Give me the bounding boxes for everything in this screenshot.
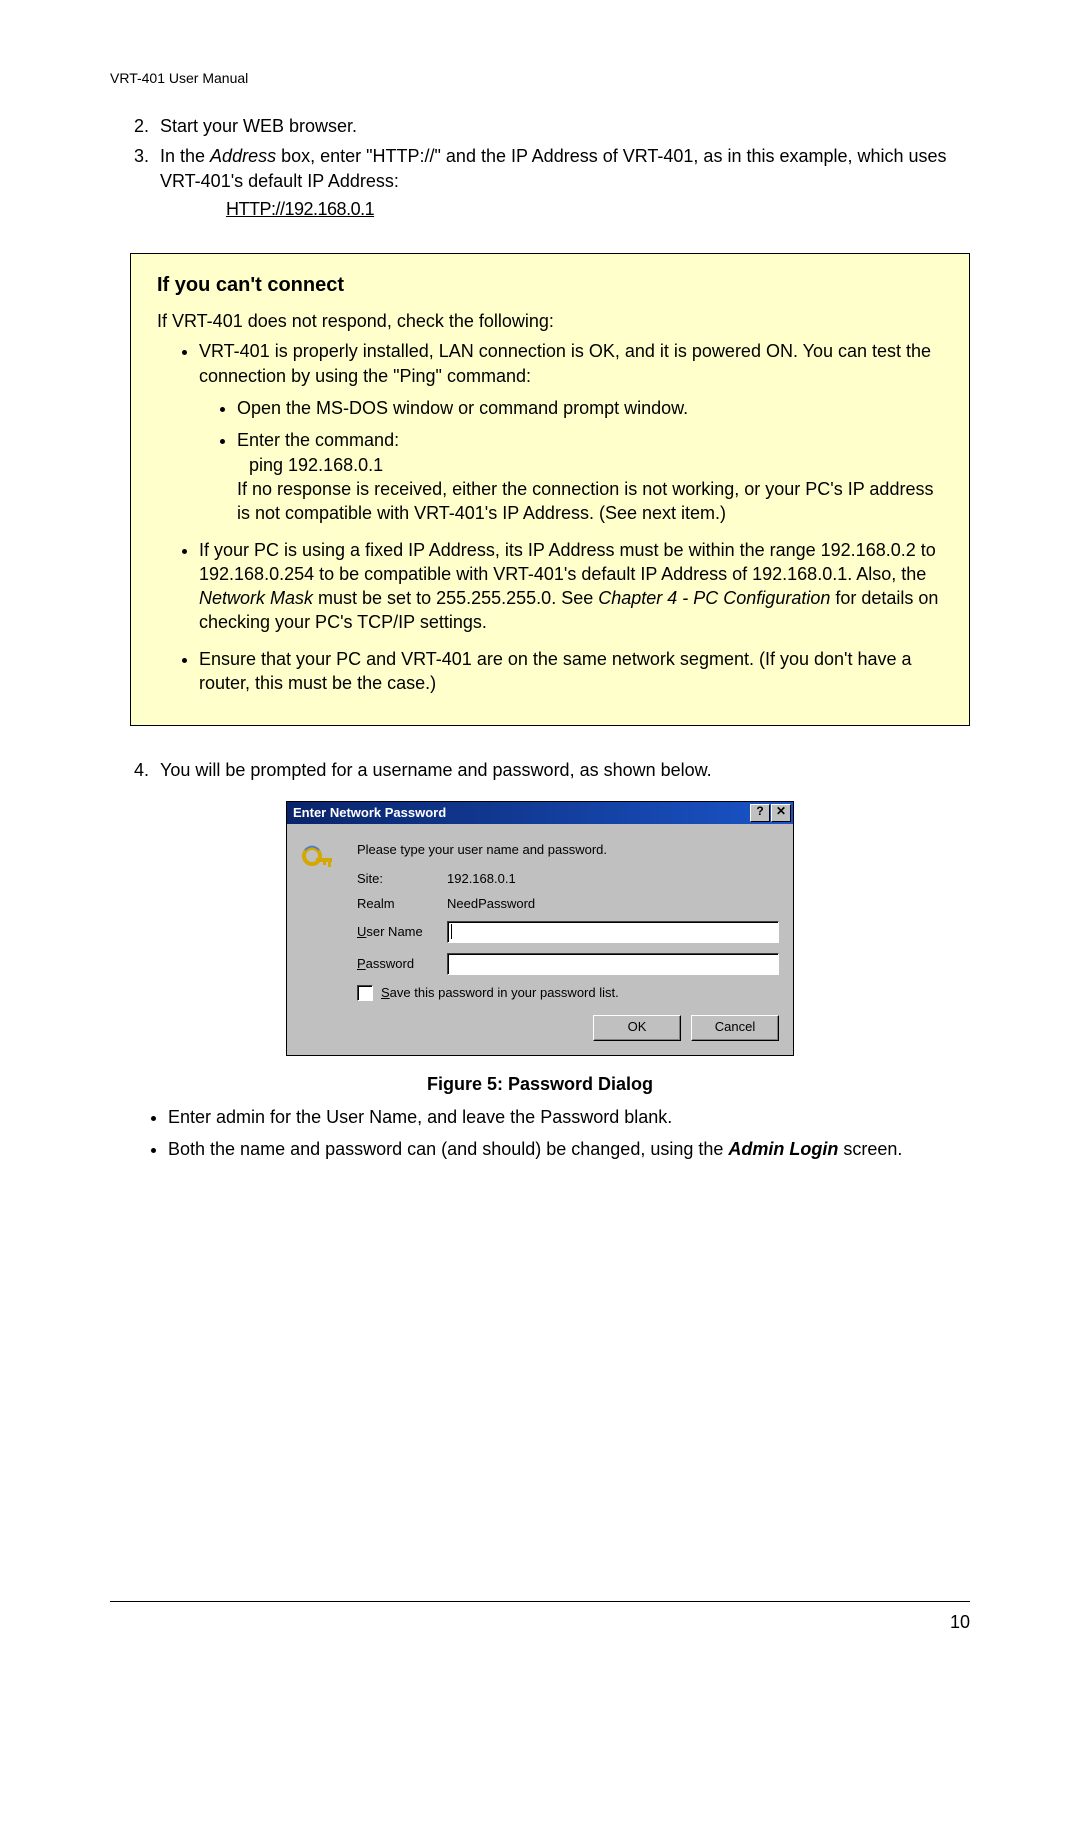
username-label-rest: ser Name <box>366 924 422 939</box>
note-sub-1a: Open the MS-DOS window or command prompt… <box>237 396 943 420</box>
dialog-prompt: Please type your user name and password. <box>357 842 779 857</box>
dialog-icon-column <box>301 842 341 1041</box>
note-list: VRT-401 is properly installed, LAN conne… <box>157 339 943 695</box>
troubleshooting-note: If you can't connect If VRT-401 does not… <box>130 253 970 726</box>
username-label: User Name <box>357 924 447 939</box>
step-3: In the Address box, enter "HTTP://" and … <box>154 144 970 221</box>
username-label-u: U <box>357 924 366 939</box>
note-title: If you can't connect <box>157 272 943 299</box>
post-b2-b: screen. <box>838 1139 902 1159</box>
password-label-rest: assword <box>366 956 414 971</box>
password-label: Password <box>357 956 447 971</box>
post-figure-bullets: Enter admin for the User Name, and leave… <box>110 1105 970 1162</box>
step-3-text-b: box, enter "HTTP://" and the IP Address … <box>160 146 947 190</box>
ping-command: ping 192.168.0.1 <box>249 455 383 475</box>
page-number: 10 <box>950 1612 970 1632</box>
step-2: Start your WEB browser. <box>154 114 970 138</box>
password-field[interactable] <box>447 953 779 975</box>
note-sub-1b-line1: Enter the command: <box>237 430 399 450</box>
save-password-u: S <box>381 985 390 1000</box>
dialog-titlebar: Enter Network Password ? ✕ <box>287 802 793 824</box>
key-icon <box>301 844 341 883</box>
password-label-u: P <box>357 956 366 971</box>
save-password-row: Save this password in your password list… <box>357 985 779 1001</box>
dialog-form: Please type your user name and password.… <box>357 842 779 1041</box>
dialog-title: Enter Network Password <box>293 805 446 820</box>
step-3-address-word: Address <box>210 146 276 166</box>
note-item-2: If your PC is using a fixed IP Address, … <box>199 538 943 635</box>
note-intro: If VRT-401 does not respond, check the f… <box>157 309 943 333</box>
note-sub-1b: Enter the command: ping 192.168.0.1 If n… <box>237 428 943 525</box>
username-row: User Name <box>357 921 779 943</box>
close-button[interactable]: ✕ <box>771 804 791 822</box>
help-button[interactable]: ? <box>750 804 770 822</box>
ok-button[interactable]: OK <box>593 1015 681 1041</box>
username-field[interactable] <box>447 921 779 943</box>
chapter-ref: Chapter 4 - PC Configuration <box>598 588 830 608</box>
step-3-text-a: In the <box>160 146 210 166</box>
admin-login-word: Admin Login <box>728 1139 838 1159</box>
note-item-2-b: must be set to 255.255.255.0. See <box>313 588 598 608</box>
note-item-2-a: If your PC is using a fixed IP Address, … <box>199 540 936 584</box>
step-4: You will be prompted for a username and … <box>154 758 970 782</box>
realm-value: NeedPassword <box>447 896 535 911</box>
realm-label: Realm <box>357 896 447 911</box>
page-header: VRT-401 User Manual <box>110 70 970 86</box>
cancel-button[interactable]: Cancel <box>691 1015 779 1041</box>
steps-list-cont: You will be prompted for a username and … <box>110 758 970 782</box>
save-password-label: Save this password in your password list… <box>381 985 619 1000</box>
realm-row: Realm NeedPassword <box>357 896 779 911</box>
note-item-1-text: VRT-401 is properly installed, LAN conne… <box>199 341 931 385</box>
site-label: Site: <box>357 871 447 886</box>
note-item-1: VRT-401 is properly installed, LAN conne… <box>199 339 943 525</box>
post-b2-a: Both the name and password can (and shou… <box>168 1139 728 1159</box>
post-bullet-2: Both the name and password can (and shou… <box>168 1137 970 1161</box>
password-dialog: Enter Network Password ? ✕ <box>286 801 794 1056</box>
figure-caption: Figure 5: Password Dialog <box>110 1074 970 1095</box>
note-sub-1b-line2: If no response is received, either the c… <box>237 479 933 523</box>
site-value: 192.168.0.1 <box>447 871 516 886</box>
password-row: Password <box>357 953 779 975</box>
site-row: Site: 192.168.0.1 <box>357 871 779 886</box>
post-bullet-1: Enter admin for the User Name, and leave… <box>168 1105 970 1129</box>
steps-list: Start your WEB browser. In the Address b… <box>110 114 970 221</box>
dialog-container: Enter Network Password ? ✕ <box>110 801 970 1056</box>
network-mask-word: Network Mask <box>199 588 313 608</box>
page-footer: 10 <box>110 1601 970 1633</box>
dialog-button-row: OK Cancel <box>357 1015 779 1041</box>
text-cursor <box>451 924 452 939</box>
save-password-rest: ave this password in your password list. <box>390 985 619 1000</box>
dialog-body: Please type your user name and password.… <box>287 824 793 1055</box>
save-password-checkbox[interactable] <box>357 985 373 1001</box>
default-ip-url: HTTP://192.168.0.1 <box>226 197 970 221</box>
note-item-3: Ensure that your PC and VRT-401 are on t… <box>199 647 943 696</box>
document-page: VRT-401 User Manual Start your WEB brows… <box>0 0 1080 1673</box>
note-sublist: Open the MS-DOS window or command prompt… <box>199 396 943 525</box>
titlebar-buttons: ? ✕ <box>750 804 791 822</box>
